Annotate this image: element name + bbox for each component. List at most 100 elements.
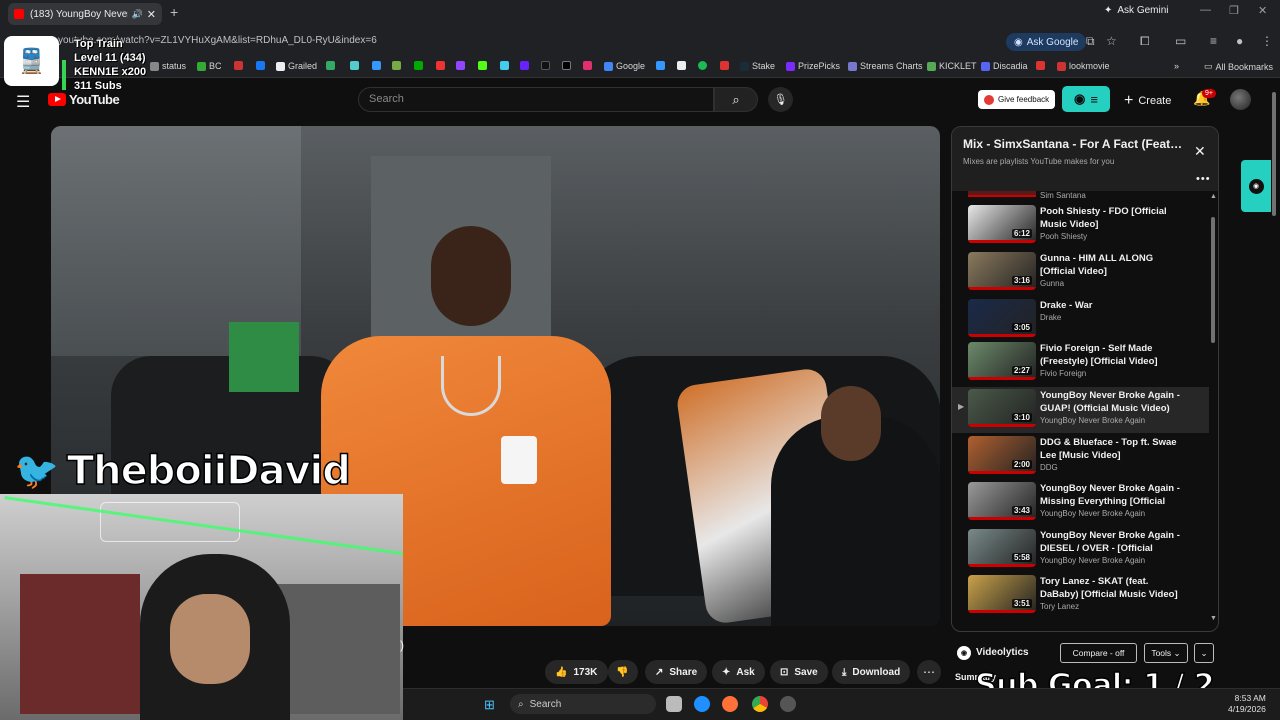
all-bookmarks[interactable]: ▭ All Bookmarks: [1204, 61, 1273, 72]
bookmark-icon-5[interactable]: [414, 61, 423, 70]
bookmark-icon-1[interactable]: [326, 61, 335, 70]
install-icon[interactable]: ⧉: [1086, 34, 1095, 49]
save-button[interactable]: ⊡ Save: [770, 660, 828, 684]
previous-item-thumbnail[interactable]: [968, 191, 1036, 197]
like-button[interactable]: 👍 173K: [545, 660, 608, 684]
playlist-item[interactable]: 6:12 Pooh Shiesty - FDO [Official Music V…: [952, 203, 1209, 249]
bookmark-icon-10[interactable]: [677, 61, 686, 70]
bookmark-icon-12[interactable]: [1036, 61, 1045, 70]
bookmark-streams-charts[interactable]: Streams Charts: [848, 61, 923, 71]
playlist-item[interactable]: 3:51 Tory Lanez - SKAT (feat. DaBaby) [Of…: [952, 573, 1209, 619]
ask-gemini-button[interactable]: ✦ Ask Gemini: [1104, 5, 1169, 16]
task-view-icon[interactable]: [666, 696, 682, 712]
playlist-item-thumbnail[interactable]: 5:58: [968, 529, 1036, 567]
bookmark-icon-6[interactable]: [436, 61, 445, 70]
browser-tab[interactable]: (183) YoungBoy Never Broke Again 🔊 ✕: [8, 3, 162, 25]
sidepanel-icon[interactable]: ▭: [1175, 34, 1186, 48]
playlist-item-thumbnail[interactable]: 3:05: [968, 299, 1036, 337]
bookmark-lookmovie[interactable]: lookmovie: [1057, 61, 1110, 71]
close-tab-icon[interactable]: ✕: [147, 8, 156, 21]
bookmark-status[interactable]: status: [150, 61, 186, 71]
extension-side-tab[interactable]: ◉: [1241, 160, 1271, 212]
playlist-item[interactable]: 5:58 YoungBoy Never Broke Again - DIESEL …: [952, 527, 1209, 573]
playlist-item-title[interactable]: YoungBoy Never Broke Again - GUAP! (Offi…: [1040, 389, 1180, 415]
ask-button[interactable]: ✦ Ask: [712, 660, 765, 684]
youtube-logo[interactable]: YouTube: [48, 92, 120, 107]
bookmark-icon-11[interactable]: [720, 61, 729, 70]
playlist-item-title[interactable]: Gunna - HIM ALL ALONG [Official Video]: [1040, 252, 1180, 278]
playlist-item[interactable]: ▶ 3:10 YoungBoy Never Broke Again - GUAP! …: [952, 387, 1209, 433]
bookmark-icon-4[interactable]: [392, 61, 401, 70]
playlist-item-thumbnail[interactable]: 6:12: [968, 205, 1036, 243]
compare-toggle[interactable]: Compare - off: [1060, 643, 1137, 663]
bookmark-twitch-icon[interactable]: [456, 61, 465, 70]
bookmark-tiktok-icon[interactable]: [541, 61, 550, 70]
media-icon[interactable]: ≡: [1210, 34, 1217, 48]
playlist-item-title[interactable]: DDG & Blueface - Top ft. Swae Lee [Music…: [1040, 436, 1180, 462]
playlist-item-title[interactable]: Pooh Shiesty - FDO [Official Music Video…: [1040, 205, 1180, 231]
playlist-item-title[interactable]: Drake - War: [1040, 299, 1180, 312]
bookmark-icon-7[interactable]: [500, 61, 509, 70]
expand-button[interactable]: ⌄: [1194, 643, 1214, 663]
taskbar-search[interactable]: ⌕ Search: [510, 694, 656, 714]
ask-google-button[interactable]: ◉ Ask Google: [1006, 33, 1087, 51]
search-input[interactable]: Search: [358, 87, 714, 112]
playlist-item[interactable]: 2:00 DDG & Blueface - Top ft. Swae Lee [M…: [952, 434, 1209, 480]
menu-icon[interactable]: ⋮: [1261, 34, 1273, 48]
playlist-item-thumbnail[interactable]: 3:10: [968, 389, 1036, 427]
bookmark-kicklet[interactable]: KICKLET: [927, 61, 977, 71]
bookmark-facebook-icon[interactable]: [256, 61, 265, 70]
playlist-item-title[interactable]: YoungBoy Never Broke Again - Missing Eve…: [1040, 482, 1180, 508]
playlist-title[interactable]: Mix - SimxSantana - For A Fact (Feat. Sm…: [963, 137, 1185, 151]
bookmark-bc[interactable]: BC: [197, 61, 222, 71]
voice-search-button[interactable]: 🎙: [768, 87, 793, 112]
restore-icon[interactable]: ❐: [1229, 4, 1239, 17]
share-button[interactable]: ↗ Share: [645, 660, 708, 684]
tools-dropdown[interactable]: Tools ⌄: [1144, 643, 1188, 663]
playlist-scrollbar[interactable]: [1211, 217, 1215, 343]
windows-start-icon[interactable]: ⊞: [484, 697, 495, 713]
avatar[interactable]: [1230, 89, 1251, 110]
playlist-item-thumbnail[interactable]: 2:00: [968, 436, 1036, 474]
playlist-item-thumbnail[interactable]: 3:51: [968, 575, 1036, 613]
bookmark-spotify-icon[interactable]: [698, 61, 707, 70]
search-button[interactable]: ⌕: [714, 87, 758, 112]
create-button[interactable]: + Create: [1124, 92, 1171, 110]
bookmark-icon-3[interactable]: [372, 61, 381, 70]
dislike-button[interactable]: 👎: [608, 660, 638, 684]
close-window-icon[interactable]: ✕: [1258, 4, 1267, 17]
bookmark-icon-9[interactable]: [656, 61, 665, 70]
playlist-more-icon[interactable]: •••: [1196, 173, 1211, 185]
scroll-up-icon[interactable]: ▲: [1210, 193, 1217, 200]
playlist-item[interactable]: 2:27 Fivio Foreign - Self Made (Freestyle…: [952, 340, 1209, 386]
more-actions-button[interactable]: ⋯: [917, 660, 941, 684]
playlist-item-title[interactable]: Fivio Foreign - Self Made (Freestyle) [O…: [1040, 342, 1180, 368]
new-tab-button[interactable]: +: [170, 4, 178, 20]
obs-icon[interactable]: [780, 696, 796, 712]
give-feedback-button[interactable]: Give feedback: [978, 90, 1056, 109]
bookmark-star-icon[interactable]: ☆: [1106, 34, 1117, 48]
playlist-item-title[interactable]: Tory Lanez - SKAT (feat. DaBaby) [Offici…: [1040, 575, 1180, 601]
bookmark-stake[interactable]: Stake: [740, 61, 775, 71]
extensions-icon[interactable]: ⧠: [1140, 34, 1150, 49]
bookmark-instagram-icon[interactable]: [583, 61, 592, 70]
page-scrollbar[interactable]: [1272, 92, 1276, 216]
chrome-icon[interactable]: [752, 696, 768, 712]
bookmark-red-icon[interactable]: [234, 61, 243, 70]
bookmark-x-icon[interactable]: [562, 61, 571, 70]
bookmark-icon-2[interactable]: [350, 61, 359, 70]
more-bookmarks-icon[interactable]: »: [1174, 61, 1179, 71]
playlist-item[interactable]: 3:43 YoungBoy Never Broke Again - Missing…: [952, 480, 1209, 526]
close-playlist-icon[interactable]: ✕: [1194, 143, 1206, 160]
playlist-item-title[interactable]: YoungBoy Never Broke Again - DIESEL / OV…: [1040, 529, 1180, 555]
playlist-item[interactable]: 3:05 Drake - War Drake: [952, 297, 1209, 343]
playlist-item-thumbnail[interactable]: 3:16: [968, 252, 1036, 290]
extension-button[interactable]: ◉ ≡: [1062, 86, 1110, 112]
playlist-item-thumbnail[interactable]: 3:43: [968, 482, 1036, 520]
bookmark-discadia[interactable]: Discadia: [981, 61, 1028, 71]
minimize-icon[interactable]: —: [1200, 4, 1211, 16]
audio-icon[interactable]: 🔊: [132, 9, 143, 20]
bookmark-icon-8[interactable]: [520, 61, 529, 70]
download-button[interactable]: ⤓ Download: [832, 660, 911, 684]
bookmark-prizepicks[interactable]: PrizePicks: [786, 61, 840, 71]
